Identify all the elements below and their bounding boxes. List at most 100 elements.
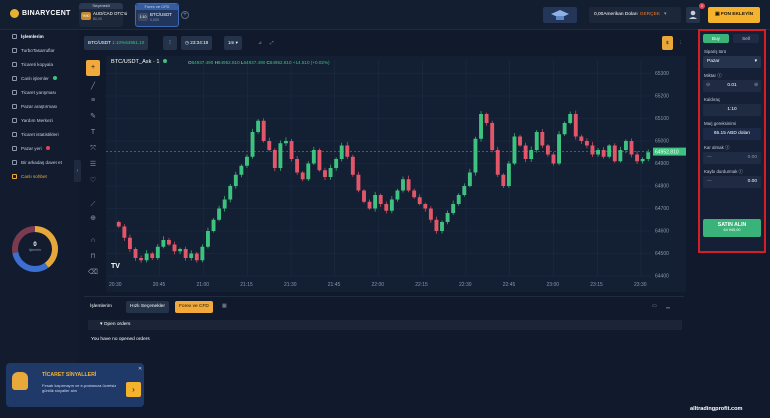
favorite-tool-icon[interactable]: ♡ [87,176,99,186]
sidebar-item-research[interactable]: Pazar araştırması [12,102,57,110]
brand-logo[interactable]: BINARYCENT [10,9,71,18]
take-profit-value: 0.00 [747,155,757,160]
channel-tool-icon[interactable]: ≡ [87,96,99,106]
crosshair-tool-icon[interactable]: + [86,60,100,76]
amount-stepper[interactable]: ⊖ 0.01 ⊕ [703,80,761,92]
sidebar-item-my-trades[interactable]: İşlemlerim [12,32,44,40]
candle-body [350,156,355,175]
legend-close: 64952.810 [269,60,292,65]
sidebar-item-label: Yardım Merkezi [21,117,53,123]
candle-body [295,159,300,173]
candle-body [590,145,595,155]
sidebar-item-live-trades[interactable]: Canlı işlemler [12,74,57,82]
asset-tab-btc-usdt[interactable]: Forex ve CFD 1:10 BTC/USDT 0,000 [135,3,179,27]
candle-body [568,114,573,123]
symbol-selector[interactable]: BTC/USDT 1:10%64951.10 [84,36,149,50]
sidebar-item-turbo[interactable]: TurboTasarruflar [12,46,55,54]
trendline-tool-icon[interactable]: ╱ [87,82,99,92]
candle-body [501,174,506,186]
price-chart[interactable]: 65300 65200 65100 65000 64900 64800 64700 64600… [106,56,686,292]
pattern-tool-icon[interactable]: ⤧ [87,144,99,154]
sidebar-item-invite[interactable]: Bir arkadaş davet et [12,158,62,166]
leverage-field[interactable]: 1:10 [703,104,761,116]
education-button[interactable] [543,7,577,23]
sidebar-item-live-chat[interactable]: Canlı sohbet [12,172,47,180]
indicator-button[interactable]: ⫶ [163,36,177,50]
sidebar-collapse-handle[interactable]: ‹ [74,160,81,182]
account-type: GERÇEK [639,12,660,17]
order-type-value: Pazar [707,59,720,64]
sell-button[interactable]: Sell [733,34,759,43]
zoom-in-icon[interactable]: ⊕ [87,214,99,224]
amount-label: Miktar ⓘ [704,73,722,78]
submit-buy-button[interactable]: SATIN ALIN 64 945,00 [703,219,761,237]
more-icon[interactable]: ⋮ [674,36,687,50]
sidebar-item-label: TurboTasarruflar [21,47,55,53]
stop-loss-label: Kaybı durdurmak ⓘ [704,169,744,174]
x-tick-label: 20:45 [153,282,166,288]
tab-quick-options[interactable]: Hızlı Seçenekler [126,301,169,313]
add-asset-icon[interactable]: + [181,11,189,19]
candle-body [484,114,489,123]
chart-type-icon[interactable]: ⊿ [254,36,266,50]
market-dot [45,146,50,150]
legend-symbol: BTC/USDT_Ask · 1 [111,59,160,65]
x-tick-label: 23:00 [547,282,560,288]
candle-body [584,141,589,146]
fullscreen-icon[interactable]: ⤢ [266,36,278,50]
currency-icon[interactable]: $ [662,36,673,50]
x-tick-label: 21:15 [240,282,253,288]
tab-my-trades[interactable]: İşlemlerim [86,301,116,313]
deposit-button[interactable]: ▣ FON EKLEYİN [708,7,760,23]
candle-body [345,145,350,157]
order-type-select[interactable]: Pazar ▾ [703,56,761,68]
sidebar-item-stats[interactable]: Ticaret istatistikleri [12,130,59,138]
sidebar-item-help[interactable]: Yardım Merkezi [12,116,53,124]
asset-tab-header: Seçenekli [79,3,123,9]
interval-selector[interactable]: 1m ▾ [224,36,242,50]
candle-body [127,237,132,249]
minimize-icon[interactable]: ▁ [662,301,674,313]
lock-icon[interactable]: ⊓ [87,252,99,262]
calendar-icon[interactable]: ▦ [218,301,231,313]
take-profit-input[interactable]: —0.00 [703,152,761,164]
indicator-icon: ⫶ [169,40,171,45]
candle-body [506,163,511,186]
asset-tab-aud-cad[interactable]: Seçenekli %90 AUD/CAD OTC'si $0,00 [79,3,127,27]
candle-body [222,199,227,209]
text-tool-icon[interactable]: T [87,128,99,138]
minus-icon[interactable]: ⊖ [706,80,710,92]
open-orders-row[interactable]: ▾ Open orders [88,320,682,330]
magnet-icon[interactable]: ∩ [87,236,99,246]
invite-icon [12,159,17,165]
close-icon[interactable]: ✕ [138,366,142,372]
sidebar-item-label: Canlı sohbet [21,173,47,179]
candle-body [579,136,584,141]
candle-body [189,253,194,258]
candle-body [490,123,495,150]
candle-body [289,141,294,159]
trash-icon[interactable]: ⌫ [87,268,99,278]
sidebar-item-label: Canlı işlemler [21,75,49,81]
brush-tool-icon[interactable]: ✎ [87,112,99,122]
trophy-icon [12,89,17,95]
candle-body [384,204,389,211]
candle-body [155,246,160,258]
sidebar-item-competition[interactable]: Ticaret yarışması [12,88,56,96]
fib-tool-icon[interactable]: ☰ [87,160,99,170]
info-icon: ⓘ [717,73,722,78]
sidebar-item-market[interactable]: Pazar yeri [12,144,50,152]
window-icon[interactable]: ▭ [648,301,661,313]
plus-icon[interactable]: ⊕ [754,80,758,92]
profile-button[interactable] [686,7,700,23]
tab-forex-cfd[interactable]: Forex ve CFD [175,301,213,313]
stop-loss-input[interactable]: —0.00 [703,176,761,188]
candle-body [256,120,261,132]
balance-selector[interactable]: 0,00Amerikan Doları GERÇEK ▾ [589,7,681,23]
chat-icon [12,173,17,179]
leverage-label: Kaldıraç [704,97,721,102]
sidebar-item-copy-trade[interactable]: Ticareti kopyala [12,60,53,68]
buy-button[interactable]: Buy [703,34,729,43]
signals-go-button[interactable]: › [126,382,141,397]
ruler-tool-icon[interactable]: ⟋ [87,200,99,210]
